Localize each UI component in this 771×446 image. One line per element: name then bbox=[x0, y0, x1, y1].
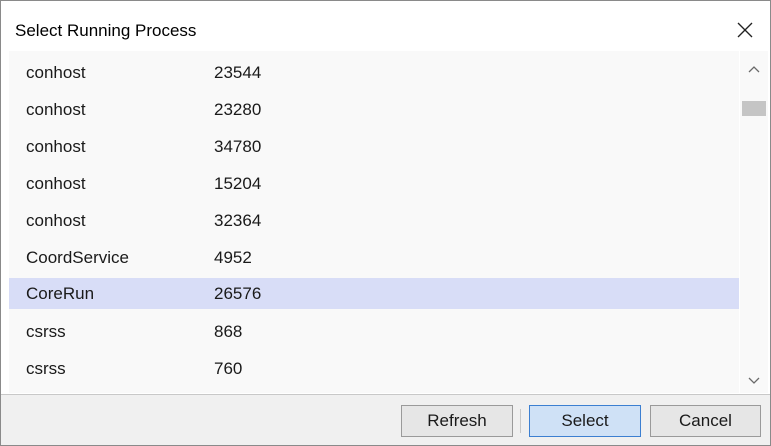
title-bar: Select Running Process bbox=[1, 1, 770, 51]
process-id: 26576 bbox=[214, 284, 262, 303]
process-name: conhost bbox=[26, 211, 86, 230]
select-button[interactable]: Select bbox=[529, 405, 641, 437]
list-item[interactable]: CoordService 4952 bbox=[9, 242, 739, 273]
list-item[interactable]: csrss 760 bbox=[9, 353, 739, 384]
chevron-up-icon bbox=[748, 66, 760, 73]
button-divider bbox=[520, 409, 521, 433]
process-name: conhost bbox=[26, 100, 86, 119]
close-icon bbox=[737, 22, 753, 38]
process-name: CoreRun bbox=[26, 284, 95, 303]
process-id: 23544 bbox=[214, 63, 262, 82]
process-id: 23280 bbox=[214, 100, 262, 119]
cancel-button[interactable]: Cancel bbox=[650, 405, 761, 437]
process-list[interactable]: conhost 23544 conhost 23280 conhost 3478… bbox=[9, 51, 739, 393]
scroll-up-button[interactable] bbox=[746, 61, 762, 77]
dialog-footer: Refresh Select Cancel bbox=[1, 395, 770, 445]
list-item[interactable]: conhost 23280 bbox=[9, 94, 739, 125]
close-button[interactable] bbox=[730, 15, 760, 45]
list-item[interactable]: conhost 15204 bbox=[9, 168, 739, 199]
process-id: 760 bbox=[214, 359, 243, 378]
process-id: 4952 bbox=[214, 248, 252, 267]
process-name: conhost bbox=[26, 63, 86, 82]
dialog-title: Select Running Process bbox=[15, 21, 197, 40]
list-item[interactable]: conhost 23544 bbox=[9, 57, 739, 88]
process-id: 868 bbox=[214, 322, 243, 341]
process-id: 34780 bbox=[214, 137, 262, 156]
scroll-down-button[interactable] bbox=[746, 373, 762, 389]
process-name: conhost bbox=[26, 174, 86, 193]
process-id: 15204 bbox=[214, 174, 262, 193]
list-item[interactable]: conhost 32364 bbox=[9, 205, 739, 236]
chevron-down-icon bbox=[748, 377, 760, 384]
scroll-thumb[interactable] bbox=[742, 101, 766, 116]
refresh-button[interactable]: Refresh bbox=[401, 405, 513, 437]
select-process-dialog: Select Running Process conhost 23544 con… bbox=[0, 0, 771, 446]
list-item[interactable]: conhost 34780 bbox=[9, 131, 739, 162]
vertical-scrollbar[interactable] bbox=[740, 51, 768, 393]
process-name: CoordService bbox=[26, 248, 129, 267]
process-name: conhost bbox=[26, 137, 86, 156]
process-name: csrss bbox=[26, 322, 66, 341]
list-item[interactable]: csrss 868 bbox=[9, 316, 739, 347]
process-id: 32364 bbox=[214, 211, 262, 230]
process-name: csrss bbox=[26, 359, 66, 378]
list-item-selected[interactable]: CoreRun 26576 bbox=[9, 278, 739, 309]
